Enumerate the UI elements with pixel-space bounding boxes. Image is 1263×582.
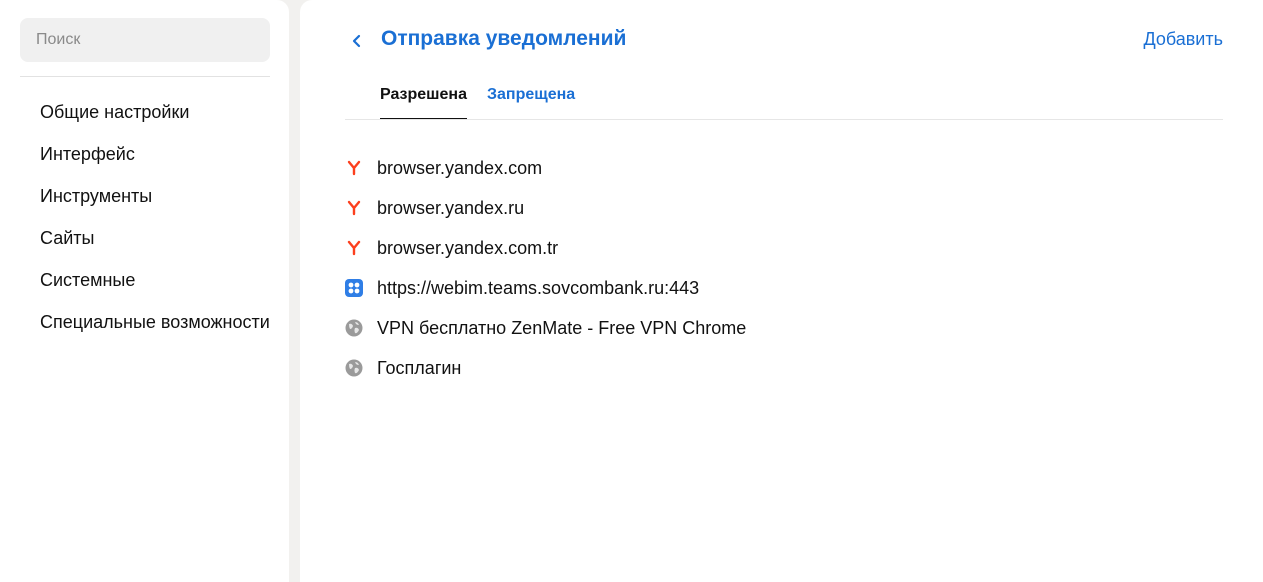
site-name: browser.yandex.com.tr bbox=[377, 237, 559, 258]
site-name: browser.yandex.ru bbox=[377, 197, 525, 218]
sidebar-item-general[interactable]: Общие настройки bbox=[40, 100, 270, 125]
sidebar-item-tools[interactable]: Инструменты bbox=[40, 184, 270, 209]
site-name: Госплагин bbox=[377, 357, 462, 378]
chevron-left-icon bbox=[352, 34, 361, 48]
search-placeholder: Поиск bbox=[36, 31, 81, 48]
header: Отправка уведомлений Добавить bbox=[345, 26, 1223, 56]
page-title: Отправка уведомлений bbox=[381, 27, 627, 50]
back-button[interactable] bbox=[345, 26, 369, 56]
tab-blocked[interactable]: Запрещена bbox=[487, 86, 575, 120]
add-button[interactable]: Добавить bbox=[1143, 29, 1223, 50]
list-item[interactable]: browser.yandex.com bbox=[345, 148, 1223, 188]
site-name: VPN бесплатно ZenMate - Free VPN Chrome bbox=[377, 317, 747, 338]
sidebar-item-interface[interactable]: Интерфейс bbox=[40, 142, 270, 167]
list-item[interactable]: browser.yandex.ru bbox=[345, 188, 1223, 228]
sidebar-nav: Общие настройки Интерфейс Инструменты Са… bbox=[40, 100, 270, 352]
search-input[interactable]: Поиск bbox=[20, 18, 270, 62]
list-item[interactable]: Госплагин bbox=[345, 348, 1223, 388]
yandex-icon bbox=[345, 159, 363, 177]
site-name: browser.yandex.com bbox=[377, 157, 543, 178]
sidebar-divider bbox=[20, 76, 270, 77]
site-name: https://webim.teams.sovcombank.ru:443 bbox=[377, 277, 700, 298]
sidebar-item-sites[interactable]: Сайты bbox=[40, 226, 270, 251]
sidebar: Поиск Общие настройки Интерфейс Инструме… bbox=[0, 0, 289, 582]
list-item[interactable]: VPN бесплатно ZenMate - Free VPN Chrome bbox=[345, 308, 1223, 348]
yandex-icon bbox=[345, 239, 363, 257]
sidebar-item-accessibility[interactable]: Специальные возможности bbox=[40, 310, 270, 335]
list-item[interactable]: https://webim.teams.sovcombank.ru:443 bbox=[345, 268, 1223, 308]
site-list: browser.yandex.com browser.yandex.ru bro… bbox=[345, 148, 1223, 388]
globe-icon bbox=[345, 359, 363, 377]
tabs: Разрешена Запрещена bbox=[380, 86, 595, 120]
tabs-divider bbox=[345, 119, 1223, 120]
tab-allowed[interactable]: Разрешена bbox=[380, 86, 467, 120]
yandex-icon bbox=[345, 199, 363, 217]
main-panel: Отправка уведомлений Добавить Разрешена … bbox=[300, 0, 1263, 582]
globe-icon bbox=[345, 319, 363, 337]
teams-app-icon bbox=[345, 279, 363, 297]
sidebar-item-system[interactable]: Системные bbox=[40, 268, 270, 293]
list-item[interactable]: browser.yandex.com.tr bbox=[345, 228, 1223, 268]
